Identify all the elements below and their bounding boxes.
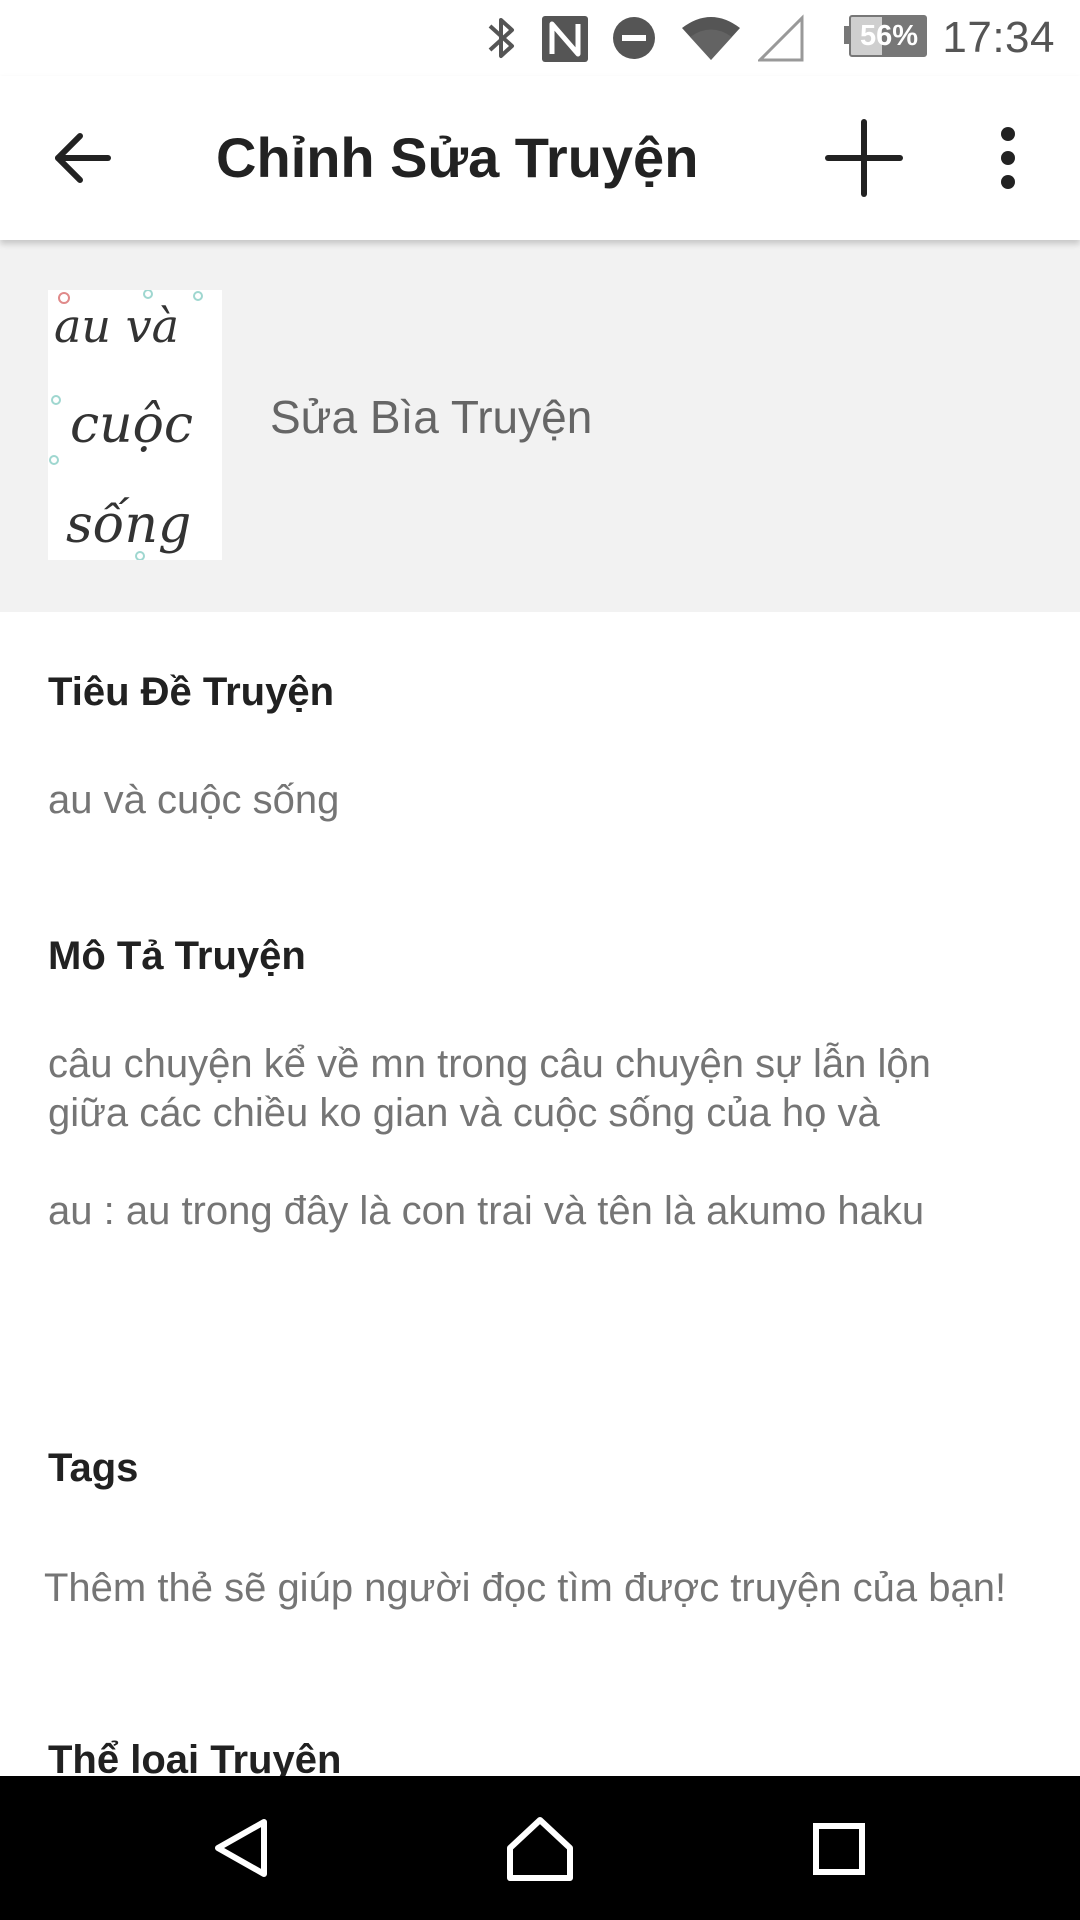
cover-text-line: cuộc (70, 395, 193, 455)
arrow-back-icon (55, 133, 111, 183)
back-button[interactable] (34, 108, 134, 208)
do-not-disturb-icon (610, 10, 658, 66)
story-title-label: Tiêu Đề Truyện (48, 670, 335, 714)
battery-icon: 56% (844, 14, 928, 58)
more-options-button[interactable] (958, 108, 1058, 208)
more-vertical-icon (1001, 127, 1015, 189)
app-bar: Chỉnh Sửa Truyện (0, 76, 1080, 240)
page-title: Chỉnh Sửa Truyện (216, 126, 699, 189)
cellular-signal-icon (756, 10, 806, 66)
tags-label: Tags (48, 1446, 139, 1490)
status-time: 17:34 (942, 13, 1055, 62)
nav-recents-icon (813, 1823, 865, 1875)
cover-text-line: sống (66, 495, 191, 555)
nav-recents-button[interactable] (790, 1798, 890, 1898)
cover-thumbnail[interactable]: au và cuộc sống (48, 290, 222, 560)
nav-back-icon (215, 1819, 267, 1877)
cover-text-line: au và (54, 299, 179, 353)
story-description-label: Mô Tả Truyện (48, 934, 306, 978)
plus-icon (825, 119, 903, 197)
wifi-icon (680, 10, 742, 66)
description-line: câu chuyện kể về mn trong câu chuyện sự … (48, 1042, 931, 1086)
system-nav-bar (0, 1776, 1080, 1920)
tags-field[interactable]: Thêm thẻ sẽ giúp người đọc tìm được truy… (44, 1564, 1006, 1612)
story-title-field[interactable]: au và cuộc sống (48, 776, 339, 824)
nav-home-icon (507, 1817, 573, 1881)
description-line (48, 1138, 1038, 1187)
status-bar: 56% 17:34 (0, 0, 1080, 76)
nfc-icon (540, 10, 590, 66)
description-line: giữa các chiều ko gian và cuộc sống của … (48, 1091, 880, 1135)
nav-back-button[interactable] (190, 1798, 290, 1898)
cover-section[interactable]: au và cuộc sống Sửa Bìa Truyện (0, 240, 1080, 612)
battery-percent: 56% (859, 20, 919, 52)
bluetooth-icon (484, 10, 518, 66)
edit-cover-label[interactable]: Sửa Bìa Truyện (270, 390, 592, 444)
description-line: au : au trong đây là con trai và tên là … (48, 1189, 925, 1233)
add-button[interactable] (814, 108, 914, 208)
story-description-field[interactable]: câu chuyện kể về mn trong câu chuyện sự … (48, 1040, 1038, 1236)
nav-home-button[interactable] (490, 1798, 590, 1898)
